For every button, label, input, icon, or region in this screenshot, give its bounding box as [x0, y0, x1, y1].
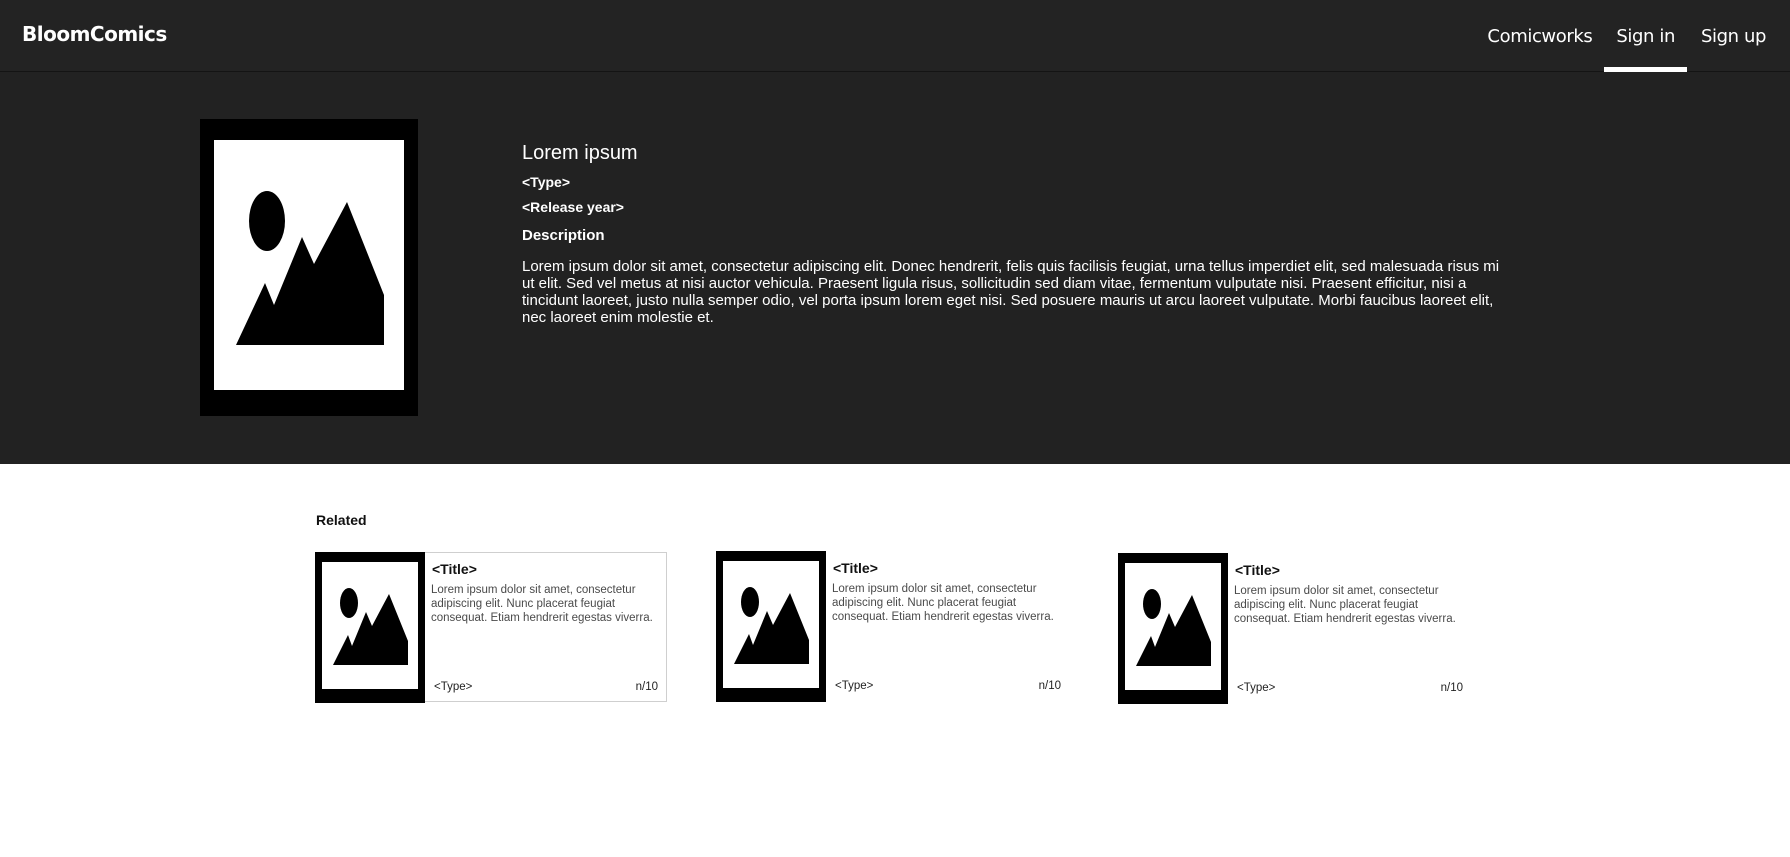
nav-link-sign-up[interactable]: Sign up	[1689, 0, 1790, 72]
card-title: <Title>	[432, 561, 477, 577]
comic-detail-hero: Lorem ipsum <Type> <Release year> Descri…	[0, 72, 1790, 464]
card-title: <Title>	[833, 560, 878, 576]
card-type: <Type>	[835, 680, 874, 692]
card-title: <Title>	[1235, 562, 1280, 578]
nav-link-sign-in[interactable]: Sign in	[1604, 0, 1687, 72]
card-rating: n/10	[1440, 682, 1463, 694]
card-rating: n/10	[1038, 680, 1061, 692]
nav-link-comicworks[interactable]: Comicworks	[1475, 0, 1604, 72]
related-card-1[interactable]: <Title> Lorem ipsum dolor sit amet, cons…	[315, 552, 667, 703]
card-thumbnail	[1118, 553, 1228, 704]
card-type: <Type>	[1237, 682, 1276, 694]
card-thumbnail	[315, 552, 425, 703]
card-rating: n/10	[635, 681, 658, 693]
card-type: <Type>	[434, 681, 473, 693]
card-description: Lorem ipsum dolor sit amet, consectetur …	[431, 584, 653, 624]
image-placeholder-icon	[200, 119, 418, 416]
related-card-3[interactable]: <Title> Lorem ipsum dolor sit amet, cons…	[1118, 553, 1471, 704]
navbar: BloomComics Comicworks Sign in Sign up	[0, 0, 1790, 72]
card-description: Lorem ipsum dolor sit amet, consectetur …	[832, 583, 1054, 623]
comic-type: <Type>	[522, 174, 570, 190]
related-heading: Related	[316, 512, 367, 528]
cover-image	[200, 119, 418, 416]
comic-title: Lorem ipsum	[522, 142, 638, 164]
card-description: Lorem ipsum dolor sit amet, consectetur …	[1234, 585, 1456, 625]
related-card-2[interactable]: <Title> Lorem ipsum dolor sit amet, cons…	[716, 551, 1069, 702]
card-thumbnail	[716, 551, 826, 702]
image-placeholder-icon	[1118, 553, 1228, 704]
comic-release-year: <Release year>	[522, 199, 624, 215]
description-text: Lorem ipsum dolor sit amet, consectetur …	[522, 258, 1500, 326]
comic-info: Lorem ipsum <Type> <Release year> Descri…	[522, 142, 1502, 326]
nav-links: Comicworks Sign in Sign up	[1475, 0, 1790, 72]
description-heading: Description	[522, 227, 605, 244]
image-placeholder-icon	[716, 551, 826, 702]
brand-logo[interactable]: BloomComics	[22, 22, 167, 46]
image-placeholder-icon	[315, 552, 425, 703]
